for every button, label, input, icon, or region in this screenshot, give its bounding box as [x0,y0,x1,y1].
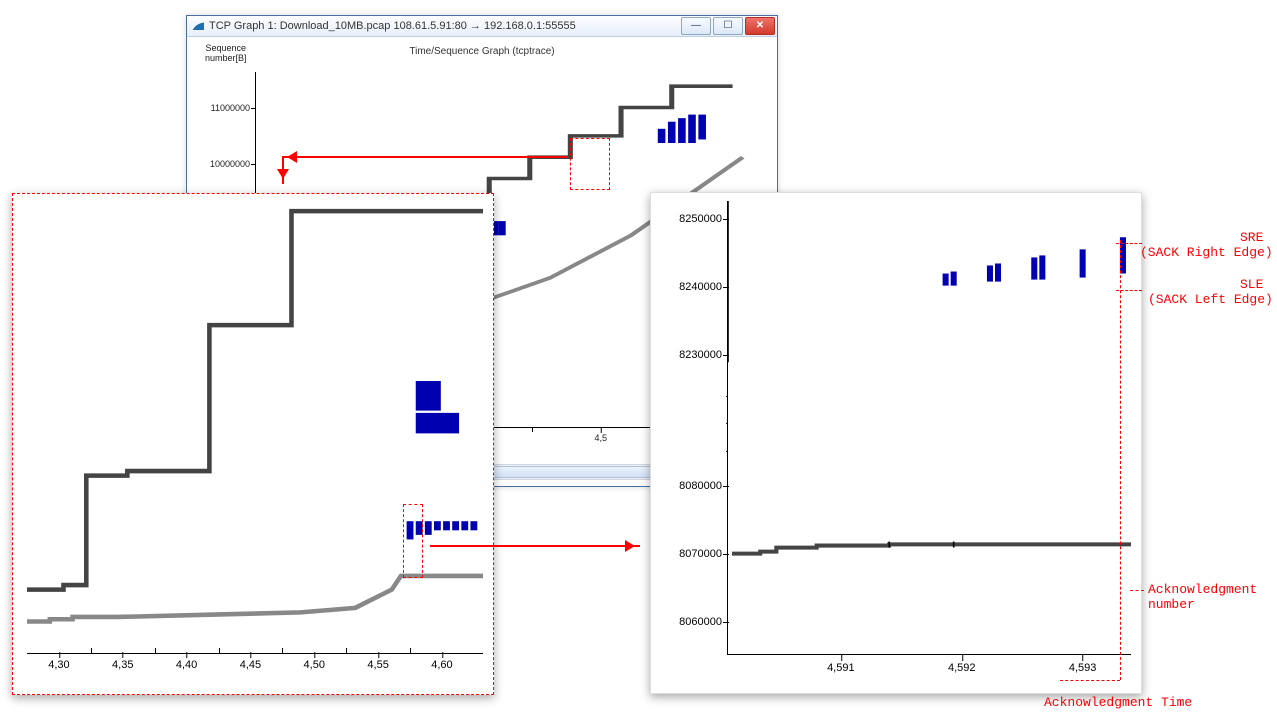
xtick: 4,30 [48,659,69,671]
wireshark-icon [191,19,205,33]
xtick: 4,592 [948,662,976,674]
sre-sublabel: (SACK Right Edge) [1140,245,1273,260]
sle-sublabel: (SACK Left Edge) [1148,292,1273,307]
zoom2-plot[interactable]: 8250000 8240000 8230000 8080000 8070000 … [727,201,1131,655]
xtick: 4,35 [112,659,133,671]
window-title: TCP Graph 1: Download_10MB.pcap 108.61.5… [209,20,679,32]
arrow-to-zoom2 [430,545,640,547]
acktime-vline-icon [1120,240,1121,680]
highlight-box-main [570,138,610,190]
arrow-down-icon [282,156,284,184]
arrow-to-zoom1 [282,156,568,158]
zoom-panel-1: 4,30 4,35 4,40 4,45 4,50 4,55 4,60 [12,193,494,695]
xtick: 4,60 [431,659,452,671]
maximize-button[interactable]: ☐ [713,17,743,35]
minimize-button[interactable]: — [681,17,711,35]
ytick: 10000000 [198,159,250,169]
xtick: 4,5 [594,433,607,443]
zoom2-svg [728,201,1131,604]
zoom1-plot[interactable]: 4,30 4,35 4,40 4,45 4,50 4,55 4,60 [27,202,483,654]
xtick: 4,55 [367,659,388,671]
ytick: 8250000 [656,213,722,225]
xtick: 4,593 [1069,662,1097,674]
acktime-label: Acknowledgment Time [1044,695,1192,710]
xtick: 4,591 [827,662,855,674]
close-button[interactable]: ✕ [745,17,775,35]
zoom1-svg [27,202,483,658]
xtick: 4,45 [240,659,261,671]
acktime-hline-icon [1060,680,1120,681]
ytick: 8080000 [656,480,722,492]
ytick: 8070000 [656,548,722,560]
ytick: 8060000 [656,616,722,628]
xtick: 4,50 [304,659,325,671]
xtick: 4,40 [176,659,197,671]
acknum-leader-icon [1130,590,1144,591]
ytick: 11000000 [198,103,250,113]
acknum-label2: number [1148,597,1195,612]
sre-label: SRE [1240,230,1263,245]
titlebar[interactable]: TCP Graph 1: Download_10MB.pcap 108.61.5… [187,16,777,37]
acknum-label: Acknowledgment [1148,582,1257,597]
sle-label: SLE [1240,277,1263,292]
highlight-box-zoom1 [403,504,423,578]
ytick: 8240000 [656,281,722,293]
ytick: 8230000 [656,349,722,361]
chart-title: Time/Sequence Graph (tcptrace) [193,46,771,57]
zoom-panel-2: 8250000 8240000 8230000 8080000 8070000 … [650,192,1142,694]
